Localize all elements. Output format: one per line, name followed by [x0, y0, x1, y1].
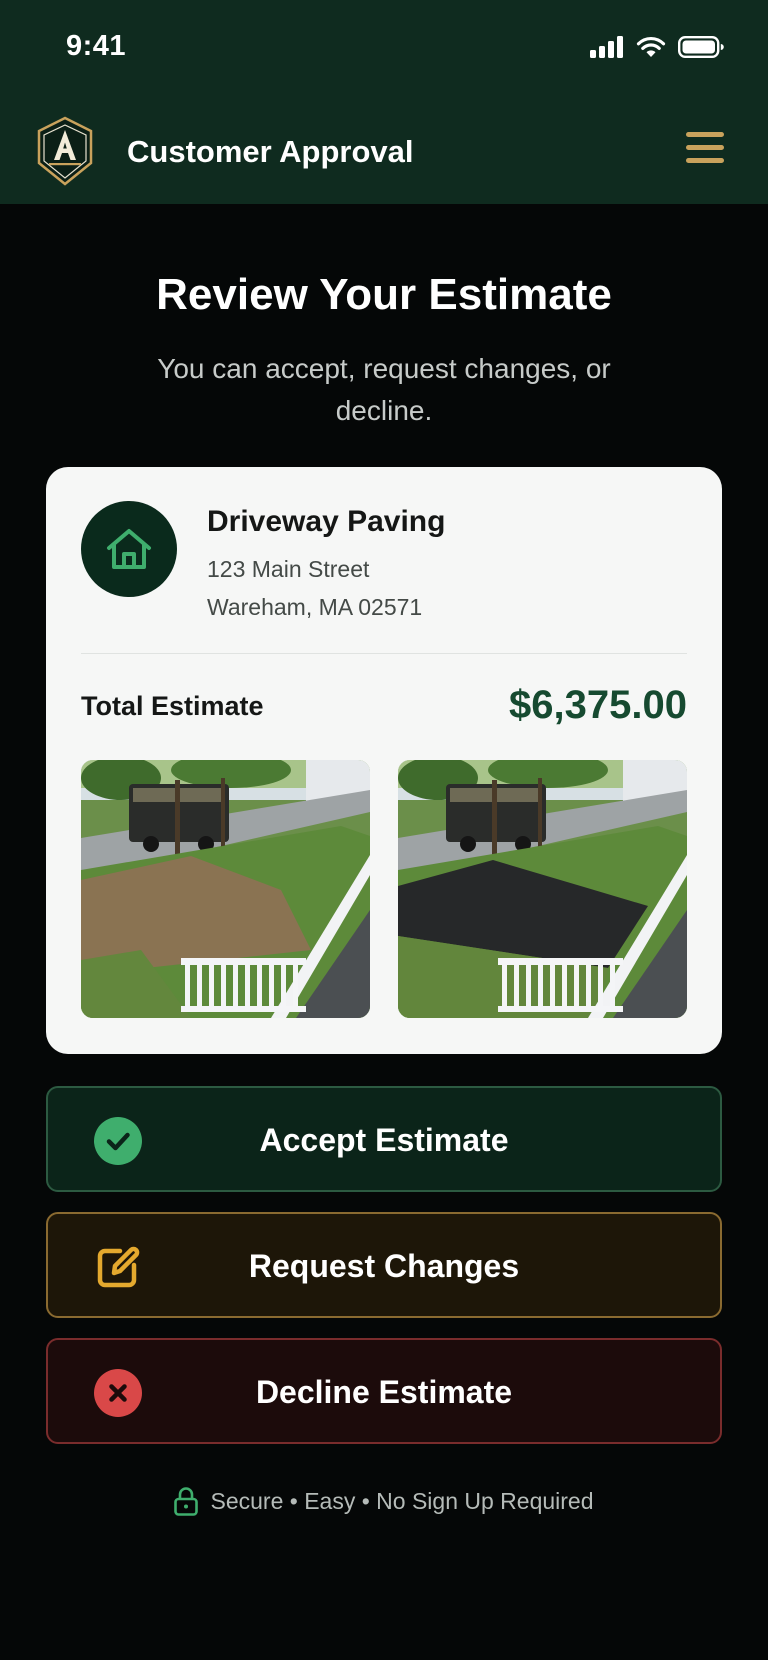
request-label: Request Changes: [248, 1248, 520, 1284]
after-photo[interactable]: [398, 760, 687, 1018]
job-avatar: [81, 501, 177, 597]
estimate-card: Driveway Paving 123 Main Street Wareham,…: [46, 467, 722, 1054]
header-title: Customer Approval: [127, 134, 414, 169]
status-icons: [590, 36, 724, 58]
battery-icon: [678, 36, 724, 58]
status-time: 9:41: [66, 30, 127, 62]
security-note: Secure • Easy • No Sign Up Required: [0, 1486, 768, 1516]
address-line-2: Wareham, MA 02571: [207, 594, 423, 620]
security-note-text: Secure • Easy • No Sign Up Required: [210, 1487, 594, 1514]
decline-label: Decline Estimate: [255, 1374, 513, 1410]
decline-estimate-button[interactable]: Decline Estimate: [46, 1338, 722, 1444]
card-divider: [81, 653, 687, 654]
app-header: Customer Approval: [0, 100, 768, 204]
accept-label: Accept Estimate: [259, 1122, 509, 1158]
accept-estimate-button[interactable]: Accept Estimate: [46, 1086, 722, 1192]
status-bar: 9:41: [0, 0, 768, 100]
wifi-icon: [636, 36, 666, 57]
page-subtitle: You can accept, request changes, or decl…: [157, 353, 611, 426]
shield-logo-icon[interactable]: [36, 116, 94, 186]
before-photo[interactable]: [81, 760, 370, 1018]
signal-icon: [590, 36, 623, 58]
total-label: Total Estimate: [81, 691, 264, 721]
page-title: Review Your Estimate: [156, 270, 612, 319]
total-amount: $6,375.00: [509, 683, 687, 727]
job-title: Driveway Paving: [207, 505, 446, 538]
request-changes-button[interactable]: Request Changes: [46, 1212, 722, 1318]
address-line-1: 123 Main Street: [207, 556, 370, 582]
house-icon: [107, 529, 151, 569]
lock-icon: [174, 1487, 199, 1516]
hamburger-menu-icon[interactable]: [686, 132, 726, 168]
